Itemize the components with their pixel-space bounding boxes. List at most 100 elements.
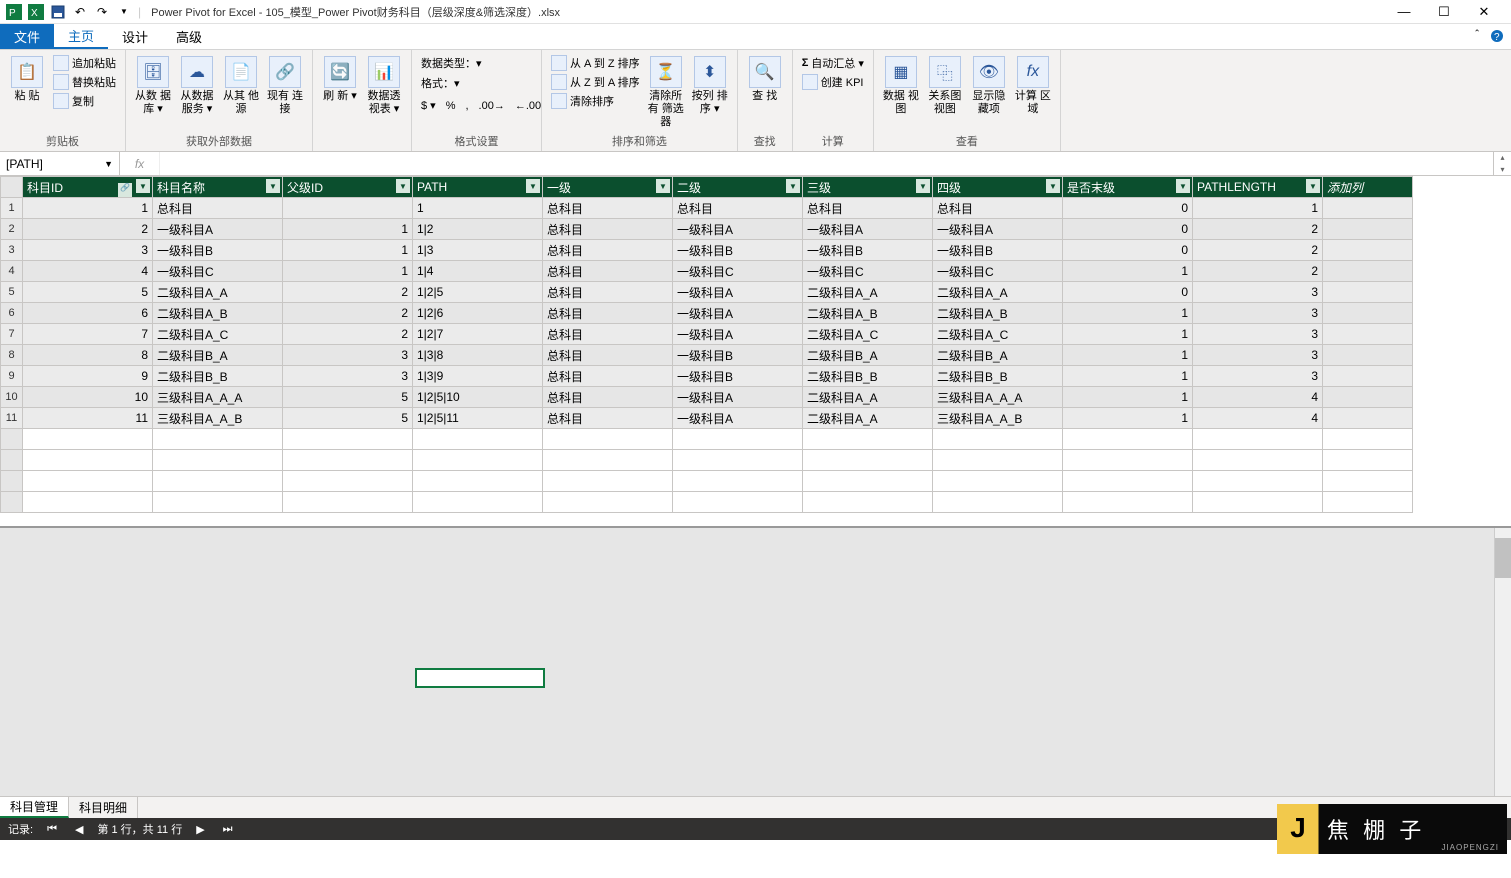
filter-icon[interactable]: ▼ <box>526 179 540 193</box>
formula-history-up-icon[interactable]: ▴ <box>1494 152 1511 164</box>
cell[interactable]: 1|3 <box>413 240 543 261</box>
cell[interactable]: 3 <box>283 345 413 366</box>
cell[interactable]: 一级科目B <box>803 240 933 261</box>
cell[interactable]: 5 <box>23 282 153 303</box>
cell[interactable]: 总科目 <box>543 324 673 345</box>
cell[interactable]: 5 <box>283 387 413 408</box>
cell[interactable]: 一级科目C <box>933 261 1063 282</box>
cell[interactable]: 二级科目A_A <box>803 387 933 408</box>
cell[interactable]: 二级科目A_C <box>153 324 283 345</box>
cell[interactable]: 一级科目B <box>673 240 803 261</box>
cell[interactable]: 3 <box>1193 303 1323 324</box>
existing-connections-button[interactable]: 🔗现有 连接 <box>264 54 306 118</box>
copy-button[interactable]: 复制 <box>50 92 119 110</box>
from-service-button[interactable]: ☁从数据 服务 ▾ <box>176 54 218 118</box>
cell[interactable]: 1|2|5|11 <box>413 408 543 429</box>
cell[interactable]: 二级科目A_A <box>803 408 933 429</box>
add-column-header[interactable]: 添加列 <box>1323 177 1413 198</box>
help-icon[interactable]: ? <box>1489 28 1505 44</box>
cell[interactable]: 总科目 <box>543 366 673 387</box>
table-row[interactable]: 77二级科目A_C21|2|7总科目一级科目A二级科目A_C二级科目A_C13 <box>1 324 1413 345</box>
cell[interactable]: 二级科目A_C <box>933 324 1063 345</box>
cell[interactable]: 1 <box>283 240 413 261</box>
row-number[interactable]: 1 <box>1 198 23 219</box>
maximize-button[interactable]: ☐ <box>1429 4 1459 20</box>
column-header[interactable]: 一级▼ <box>543 177 673 198</box>
column-header[interactable]: 二级▼ <box>673 177 803 198</box>
tab-advanced[interactable]: 高级 <box>162 24 216 49</box>
cell[interactable]: 二级科目B_A <box>803 345 933 366</box>
table-row[interactable]: 99二级科目B_B31|3|9总科目一级科目B二级科目B_B二级科目B_B13 <box>1 366 1413 387</box>
cell[interactable]: 二级科目B_B <box>933 366 1063 387</box>
cell[interactable]: 1 <box>413 198 543 219</box>
tab-file[interactable]: 文件 <box>0 24 54 49</box>
replace-paste-button[interactable]: 替换粘贴 <box>50 73 119 91</box>
cell[interactable]: 总科目 <box>153 198 283 219</box>
table-row[interactable]: 11总科目1总科目总科目总科目总科目01 <box>1 198 1413 219</box>
cell[interactable]: 0 <box>1063 282 1193 303</box>
cell[interactable]: 1|2|7 <box>413 324 543 345</box>
tab-design[interactable]: 设计 <box>108 24 162 49</box>
column-header[interactable]: 科目名称▼ <box>153 177 283 198</box>
row-number[interactable]: 8 <box>1 345 23 366</box>
cell[interactable]: 1 <box>1063 408 1193 429</box>
filter-icon[interactable]: ▼ <box>136 179 150 193</box>
cell[interactable]: 一级科目A <box>803 219 933 240</box>
cell[interactable]: 1 <box>1193 198 1323 219</box>
cell[interactable]: 三级科目A_A_B <box>933 408 1063 429</box>
append-paste-button[interactable]: 追加粘贴 <box>50 54 119 72</box>
cell[interactable]: 3 <box>1193 345 1323 366</box>
cell[interactable] <box>1323 303 1413 324</box>
row-number[interactable]: 2 <box>1 219 23 240</box>
cell[interactable]: 一级科目B <box>933 240 1063 261</box>
cell[interactable] <box>1323 282 1413 303</box>
cell[interactable]: 0 <box>1063 198 1193 219</box>
find-button[interactable]: 🔍查 找 <box>744 54 786 105</box>
table-row[interactable]: 33一级科目B11|3总科目一级科目B一级科目B一级科目B02 <box>1 240 1413 261</box>
cell[interactable]: 2 <box>1193 219 1323 240</box>
cell[interactable]: 一级科目B <box>673 345 803 366</box>
cell[interactable]: 1|2 <box>413 219 543 240</box>
cell[interactable]: 二级科目B_A <box>933 345 1063 366</box>
autosum-button[interactable]: Σ 自动汇总 ▾ <box>799 54 867 72</box>
filter-icon[interactable]: ▼ <box>266 179 280 193</box>
cell[interactable]: 三级科目A_A_B <box>153 408 283 429</box>
cell[interactable]: 1|2|5 <box>413 282 543 303</box>
cell[interactable]: 2 <box>1193 261 1323 282</box>
diagram-view-button[interactable]: ⿻关系图 视图 <box>924 54 966 118</box>
cell[interactable]: 二级科目A_C <box>803 324 933 345</box>
sheet-tab-other[interactable]: 科目明细 <box>69 797 138 818</box>
measure-grid[interactable] <box>0 526 1511 796</box>
cell[interactable]: 二级科目A_A <box>803 282 933 303</box>
cell[interactable]: 0 <box>1063 240 1193 261</box>
filter-icon[interactable]: ▼ <box>1306 179 1320 193</box>
comma-icon[interactable]: , <box>462 98 471 113</box>
table-row[interactable]: 1010三级科目A_A_A51|2|5|10总科目一级科目A二级科目A_A三级科… <box>1 387 1413 408</box>
cell[interactable]: 总科目 <box>543 345 673 366</box>
cell[interactable] <box>1323 219 1413 240</box>
cell[interactable]: 10 <box>23 387 153 408</box>
cell[interactable]: 3 <box>23 240 153 261</box>
cell[interactable]: 一级科目A <box>673 408 803 429</box>
nav-prev-icon[interactable]: ◀ <box>71 823 87 836</box>
cell[interactable]: 4 <box>1193 387 1323 408</box>
cell[interactable] <box>1323 408 1413 429</box>
cell[interactable]: 9 <box>23 366 153 387</box>
save-icon[interactable] <box>48 2 68 22</box>
data-type-dropdown[interactable]: 数据类型：▾ <box>418 54 485 72</box>
filter-icon[interactable]: ▼ <box>786 179 800 193</box>
formula-input[interactable] <box>160 152 1493 175</box>
table-row[interactable]: 55二级科目A_A21|2|5总科目一级科目A二级科目A_A二级科目A_A03 <box>1 282 1413 303</box>
cell[interactable]: 一级科目A <box>673 387 803 408</box>
dropdown-icon[interactable]: ▼ <box>104 159 113 169</box>
column-header[interactable]: 科目ID🔗▼ <box>23 177 153 198</box>
cell[interactable] <box>1323 366 1413 387</box>
cell[interactable] <box>1323 240 1413 261</box>
cell[interactable]: 1|3|9 <box>413 366 543 387</box>
currency-icon[interactable]: $ ▾ <box>418 98 439 113</box>
cell[interactable]: 一级科目A <box>673 324 803 345</box>
cell[interactable]: 1 <box>1063 261 1193 282</box>
table-row[interactable]: 66二级科目A_B21|2|6总科目一级科目A二级科目A_B二级科目A_B13 <box>1 303 1413 324</box>
cell[interactable]: 6 <box>23 303 153 324</box>
cell[interactable]: 总科目 <box>543 219 673 240</box>
